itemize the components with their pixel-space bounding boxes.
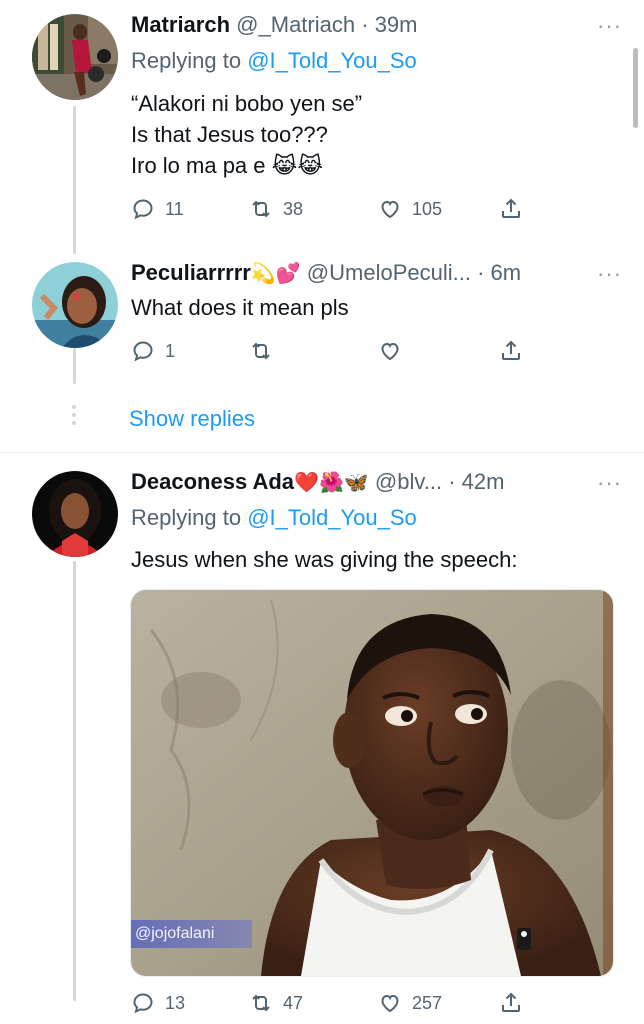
replying-to: Replying to @I_Told_You_So	[131, 46, 417, 76]
like-button[interactable]	[378, 336, 412, 366]
replying-to-mention[interactable]: @I_Told_You_So	[247, 48, 417, 73]
tweet-media-image[interactable]: @jojofalani	[130, 589, 614, 977]
meme-photo	[131, 590, 613, 976]
like-button[interactable]: 105	[378, 194, 442, 224]
avatar[interactable]	[32, 262, 118, 348]
share-button[interactable]	[499, 194, 523, 224]
share-icon	[502, 992, 520, 1012]
tweet-text-line: Is that Jesus too???	[131, 122, 328, 147]
retweet-count: 47	[283, 992, 304, 1013]
retweet-button[interactable]: 38	[249, 194, 303, 224]
like-count: 105	[412, 198, 443, 219]
retweet-button[interactable]	[249, 336, 283, 366]
more-replies-dots-icon	[71, 405, 77, 429]
media-watermark: @jojofalani	[131, 920, 253, 948]
retweet-button[interactable]: 47	[249, 988, 303, 1018]
display-name[interactable]: Matriarch	[131, 12, 230, 37]
heart-icon	[381, 200, 399, 219]
tweet-header: Deaconess Ada❤️🌺🦋 @blv... · 42m	[131, 467, 624, 498]
reply-button[interactable]: 11	[131, 194, 184, 224]
user-handle[interactable]: @UmeloPeculi...	[307, 260, 471, 285]
more-options-icon[interactable]: ···	[597, 263, 622, 285]
like-button[interactable]: 257	[378, 988, 442, 1018]
retweet-icon	[252, 200, 270, 218]
replying-to-mention[interactable]: @I_Told_You_So	[247, 505, 417, 530]
retweet-icon	[252, 342, 270, 360]
tweet-peculiarrrrr[interactable]: Peculiarrrrr💫💕 @UmeloPeculi... · 6m ··· …	[0, 240, 644, 390]
heart-icon	[381, 342, 399, 361]
tweet-matriarch[interactable]: Matriarch @_Matriach · 39m ··· Replying …	[0, 0, 644, 254]
reply-count: 1	[165, 340, 176, 361]
reply-icon	[133, 341, 153, 362]
name-emoji: 💫💕	[250, 263, 301, 285]
replying-to-label: Replying to	[131, 505, 242, 530]
separator-dot: ·	[477, 260, 485, 285]
tweet-text-line: What does it mean pls	[131, 295, 349, 320]
share-button[interactable]	[499, 988, 523, 1018]
display-name[interactable]: Deaconess Ada	[131, 469, 294, 494]
show-replies-link[interactable]: Show replies	[129, 404, 255, 434]
tweet-actions: 1	[131, 336, 531, 366]
more-options-icon[interactable]: ···	[597, 15, 622, 37]
tweet-actions: 11 38 105	[131, 194, 531, 224]
share-button[interactable]	[499, 336, 523, 366]
tweet-header: Peculiarrrrr💫💕 @UmeloPeculi... · 6m	[131, 258, 624, 289]
reply-icon	[133, 993, 153, 1014]
user-handle[interactable]: @blv...	[375, 469, 442, 494]
avatar[interactable]	[32, 471, 118, 557]
tweet-text: “Alakori ni bobo yen se” Is that Jesus t…	[131, 88, 614, 181]
share-icon	[502, 340, 520, 360]
replying-to-label: Replying to	[131, 48, 242, 73]
like-count: 257	[412, 992, 443, 1013]
tweet-text: What does it mean pls	[131, 292, 614, 323]
tweet-text: Jesus when she was giving the speech:	[131, 544, 614, 575]
tweet-actions: 13 47 257	[131, 988, 531, 1018]
separator-dot: ·	[361, 12, 369, 37]
tweet-text-line: Iro lo ma pa e 😹😹	[131, 153, 324, 178]
avatar[interactable]	[32, 14, 118, 100]
timestamp[interactable]: 39m	[375, 12, 418, 37]
more-options-icon[interactable]: ···	[597, 472, 622, 494]
reply-count: 13	[165, 992, 186, 1013]
timestamp[interactable]: 42m	[462, 469, 505, 494]
tweet-header: Matriarch @_Matriach · 39m	[131, 10, 624, 40]
retweet-icon	[252, 994, 270, 1012]
retweet-count: 38	[283, 198, 304, 219]
timestamp[interactable]: 6m	[491, 260, 522, 285]
thread-line	[73, 348, 76, 384]
reply-button[interactable]: 13	[131, 988, 185, 1018]
thread-line	[73, 106, 76, 254]
reply-count: 11	[165, 198, 184, 219]
tweet-text-line: “Alakori ni bobo yen se”	[131, 91, 363, 116]
replying-to: Replying to @I_Told_You_So	[131, 503, 417, 533]
separator-dot: ·	[448, 469, 456, 494]
name-emoji: ❤️🌺🦋	[294, 472, 369, 494]
tweet-text-line: Jesus when she was giving the speech:	[131, 547, 518, 572]
thread-line	[73, 561, 76, 1001]
user-handle[interactable]: @_Matriach	[236, 12, 355, 37]
twitter-thread-view: Matriarch @_Matriach · 39m ··· Replying …	[0, 0, 644, 1024]
share-icon	[502, 198, 520, 218]
reply-button[interactable]: 1	[131, 336, 175, 366]
reply-icon	[133, 199, 153, 220]
display-name[interactable]: Peculiarrrrr	[131, 260, 251, 285]
heart-icon	[381, 994, 399, 1013]
